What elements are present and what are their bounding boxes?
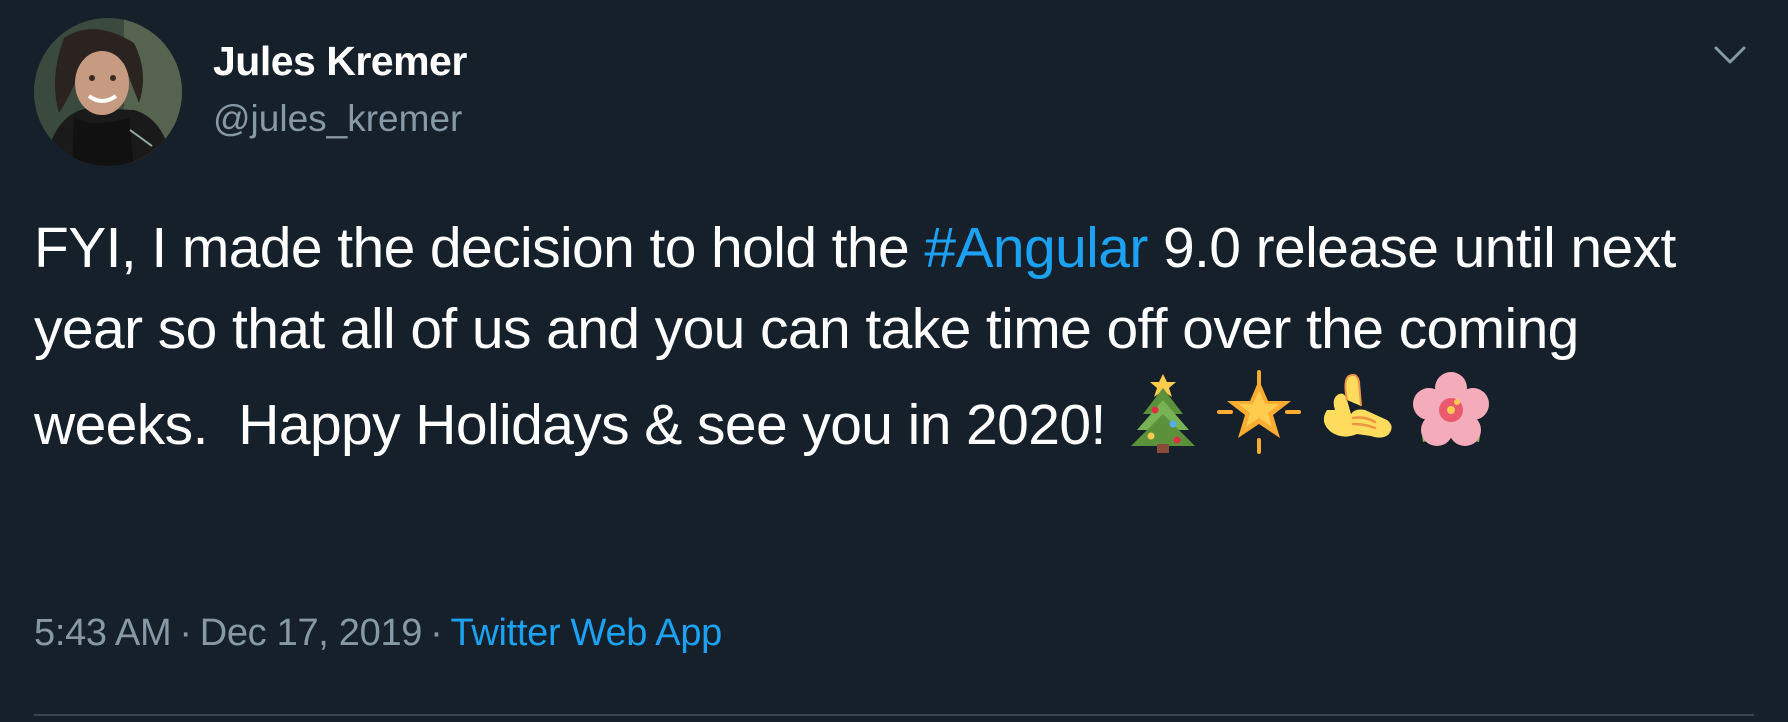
separator-dot: · (179, 612, 192, 654)
tweet-metadata: 5:43 AM · Dec 17, 2019 · Twitter Web App (34, 612, 722, 655)
sparkle-star-icon (1216, 370, 1301, 454)
hibiscus-icon (1409, 370, 1493, 454)
tweet-time[interactable]: 5:43 AM (34, 612, 172, 654)
separator-dot: · (430, 612, 443, 654)
divider (34, 714, 1754, 716)
christmas-tree-icon (1121, 370, 1205, 454)
source-app-link[interactable]: Twitter Web App (451, 612, 723, 654)
hashtag-link[interactable]: #Angular (924, 216, 1148, 280)
author-display-name[interactable]: Jules Kremer (213, 38, 467, 85)
tweet-text: FYI, I made the decision to hold the #An… (34, 208, 1754, 466)
tweet-date[interactable]: Dec 17, 2019 (200, 612, 423, 654)
tweet-text-part: FYI, I made the decision to hold the (34, 216, 925, 280)
call-me-hand-icon (1313, 370, 1397, 454)
author-avatar[interactable] (34, 18, 182, 166)
author-handle[interactable]: @jules_kremer (213, 98, 462, 140)
tweet-card: Jules Kremer @jules_kremer FYI, I made t… (0, 0, 1788, 722)
chevron-down-icon[interactable] (1710, 40, 1750, 70)
